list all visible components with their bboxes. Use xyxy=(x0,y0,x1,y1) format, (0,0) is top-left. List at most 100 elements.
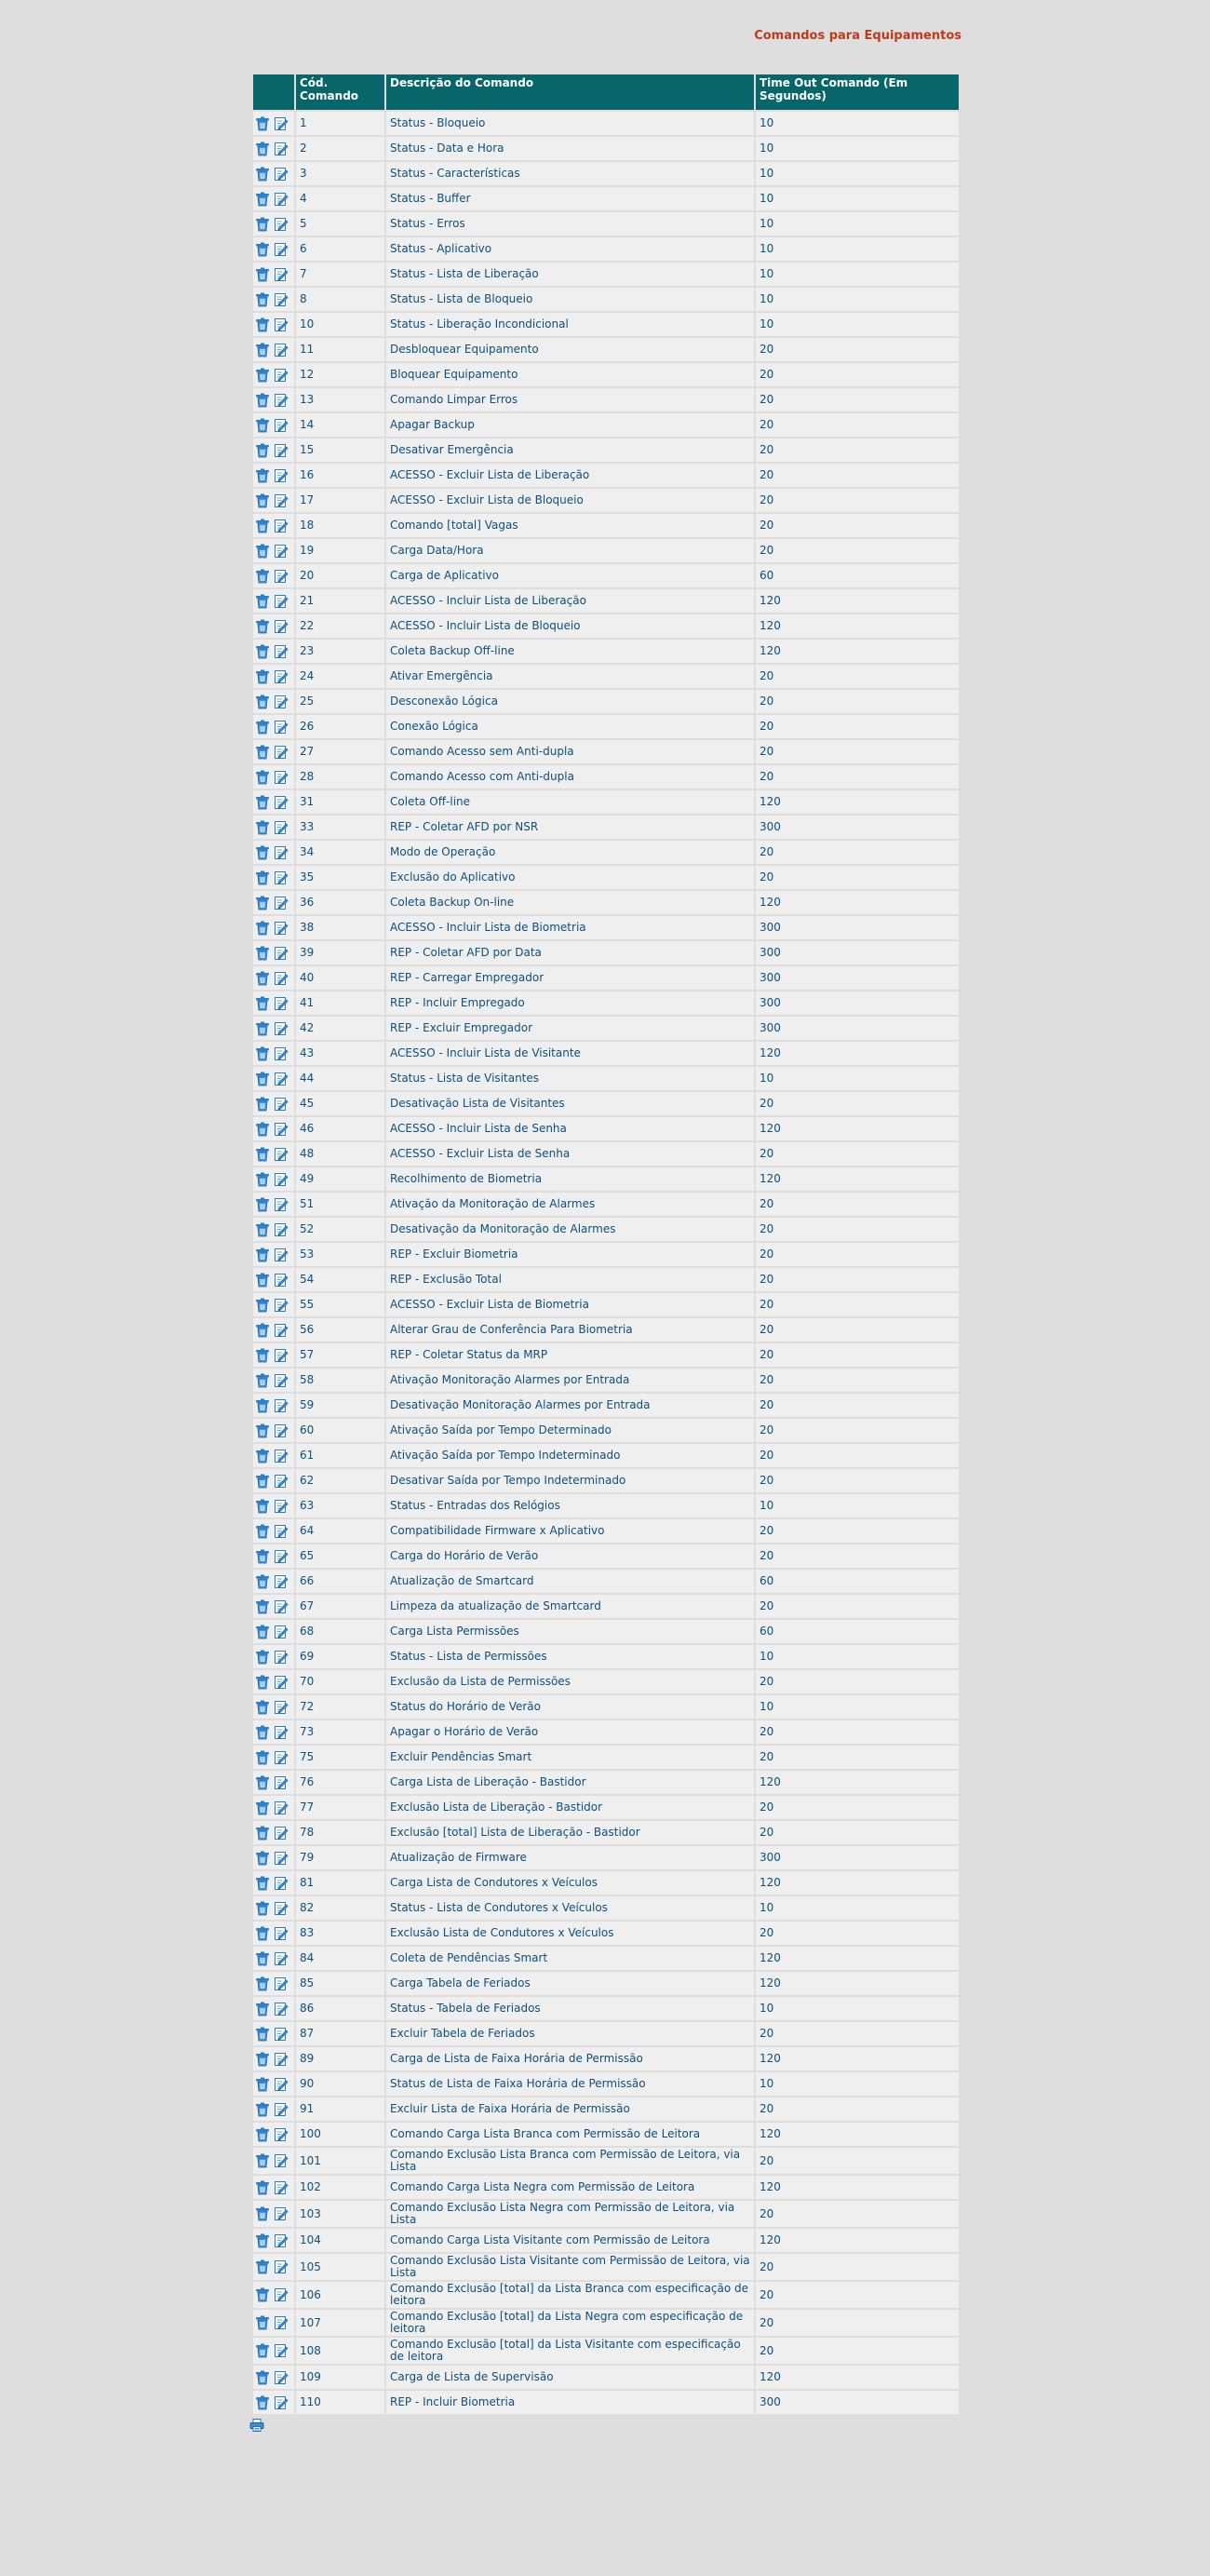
edit-icon[interactable] xyxy=(274,1650,289,1665)
trash-icon[interactable] xyxy=(255,1801,270,1815)
edit-icon[interactable] xyxy=(274,1976,289,1991)
trash-icon[interactable] xyxy=(255,1046,270,1061)
trash-icon[interactable] xyxy=(255,2287,270,2302)
trash-icon[interactable] xyxy=(255,1499,270,1514)
trash-icon[interactable] xyxy=(255,2077,270,2092)
trash-icon[interactable] xyxy=(255,1323,270,1338)
edit-icon[interactable] xyxy=(274,1298,289,1313)
trash-icon[interactable] xyxy=(255,1172,270,1187)
trash-icon[interactable] xyxy=(255,1976,270,1991)
edit-icon[interactable] xyxy=(274,2077,289,2092)
trash-icon[interactable] xyxy=(255,644,270,659)
trash-icon[interactable] xyxy=(255,2153,270,2168)
edit-icon[interactable] xyxy=(274,1549,289,1564)
edit-icon[interactable] xyxy=(274,1172,289,1187)
edit-icon[interactable] xyxy=(274,2343,289,2358)
trash-icon[interactable] xyxy=(255,1072,270,1086)
edit-icon[interactable] xyxy=(274,2102,289,2117)
trash-icon[interactable] xyxy=(255,2127,270,2142)
edit-icon[interactable] xyxy=(274,317,289,332)
trash-icon[interactable] xyxy=(255,116,270,131)
edit-icon[interactable] xyxy=(274,2127,289,2142)
edit-icon[interactable] xyxy=(274,1021,289,1036)
trash-icon[interactable] xyxy=(255,368,270,383)
edit-icon[interactable] xyxy=(274,167,289,182)
trash-icon[interactable] xyxy=(255,1398,270,1413)
trash-icon[interactable] xyxy=(255,1222,270,1237)
trash-icon[interactable] xyxy=(255,1826,270,1841)
edit-icon[interactable] xyxy=(274,1323,289,1338)
trash-icon[interactable] xyxy=(255,2370,270,2385)
edit-icon[interactable] xyxy=(274,1248,289,1262)
edit-icon[interactable] xyxy=(274,192,289,207)
trash-icon[interactable] xyxy=(255,770,270,785)
edit-icon[interactable] xyxy=(274,845,289,860)
edit-icon[interactable] xyxy=(274,1122,289,1137)
trash-icon[interactable] xyxy=(255,1273,270,1288)
edit-icon[interactable] xyxy=(274,2287,289,2302)
edit-icon[interactable] xyxy=(274,1524,289,1539)
trash-icon[interactable] xyxy=(255,544,270,559)
edit-icon[interactable] xyxy=(274,2206,289,2221)
trash-icon[interactable] xyxy=(255,343,270,357)
edit-icon[interactable] xyxy=(274,142,289,156)
print-icon[interactable] xyxy=(249,2418,264,2435)
edit-icon[interactable] xyxy=(274,2180,289,2195)
edit-icon[interactable] xyxy=(274,996,289,1011)
trash-icon[interactable] xyxy=(255,1574,270,1589)
edit-icon[interactable] xyxy=(274,493,289,508)
trash-icon[interactable] xyxy=(255,1851,270,1866)
trash-icon[interactable] xyxy=(255,619,270,634)
trash-icon[interactable] xyxy=(255,2027,270,2042)
trash-icon[interactable] xyxy=(255,1524,270,1539)
edit-icon[interactable] xyxy=(274,1851,289,1866)
edit-icon[interactable] xyxy=(274,242,289,257)
edit-icon[interactable] xyxy=(274,2259,289,2274)
edit-icon[interactable] xyxy=(274,267,289,282)
edit-icon[interactable] xyxy=(274,1926,289,1941)
edit-icon[interactable] xyxy=(274,1499,289,1514)
edit-icon[interactable] xyxy=(274,1574,289,1589)
trash-icon[interactable] xyxy=(255,946,270,961)
trash-icon[interactable] xyxy=(255,142,270,156)
trash-icon[interactable] xyxy=(255,2052,270,2067)
trash-icon[interactable] xyxy=(255,1097,270,1112)
edit-icon[interactable] xyxy=(274,569,289,584)
trash-icon[interactable] xyxy=(255,2206,270,2221)
trash-icon[interactable] xyxy=(255,317,270,332)
trash-icon[interactable] xyxy=(255,1423,270,1438)
edit-icon[interactable] xyxy=(274,2153,289,2168)
trash-icon[interactable] xyxy=(255,870,270,885)
description-column-header[interactable]: Descrição do Comando xyxy=(386,74,754,110)
trash-icon[interactable] xyxy=(255,393,270,408)
edit-icon[interactable] xyxy=(274,1398,289,1413)
trash-icon[interactable] xyxy=(255,1449,270,1463)
edit-icon[interactable] xyxy=(274,896,289,910)
edit-icon[interactable] xyxy=(274,1675,289,1690)
edit-icon[interactable] xyxy=(274,619,289,634)
edit-icon[interactable] xyxy=(274,116,289,131)
edit-icon[interactable] xyxy=(274,669,289,684)
trash-icon[interactable] xyxy=(255,1750,270,1765)
edit-icon[interactable] xyxy=(274,820,289,835)
trash-icon[interactable] xyxy=(255,493,270,508)
trash-icon[interactable] xyxy=(255,2180,270,2195)
edit-icon[interactable] xyxy=(274,1373,289,1388)
trash-icon[interactable] xyxy=(255,996,270,1011)
edit-icon[interactable] xyxy=(274,217,289,232)
edit-icon[interactable] xyxy=(274,1700,289,1715)
trash-icon[interactable] xyxy=(255,2343,270,2358)
edit-icon[interactable] xyxy=(274,393,289,408)
edit-icon[interactable] xyxy=(274,1147,289,1162)
edit-icon[interactable] xyxy=(274,1222,289,1237)
trash-icon[interactable] xyxy=(255,468,270,483)
trash-icon[interactable] xyxy=(255,418,270,433)
trash-icon[interactable] xyxy=(255,1147,270,1162)
timeout-column-header[interactable]: Time Out Comando (Em Segundos) xyxy=(756,74,959,110)
trash-icon[interactable] xyxy=(255,217,270,232)
edit-icon[interactable] xyxy=(274,1072,289,1086)
edit-icon[interactable] xyxy=(274,1801,289,1815)
trash-icon[interactable] xyxy=(255,443,270,458)
trash-icon[interactable] xyxy=(255,2233,270,2248)
trash-icon[interactable] xyxy=(255,1926,270,1941)
